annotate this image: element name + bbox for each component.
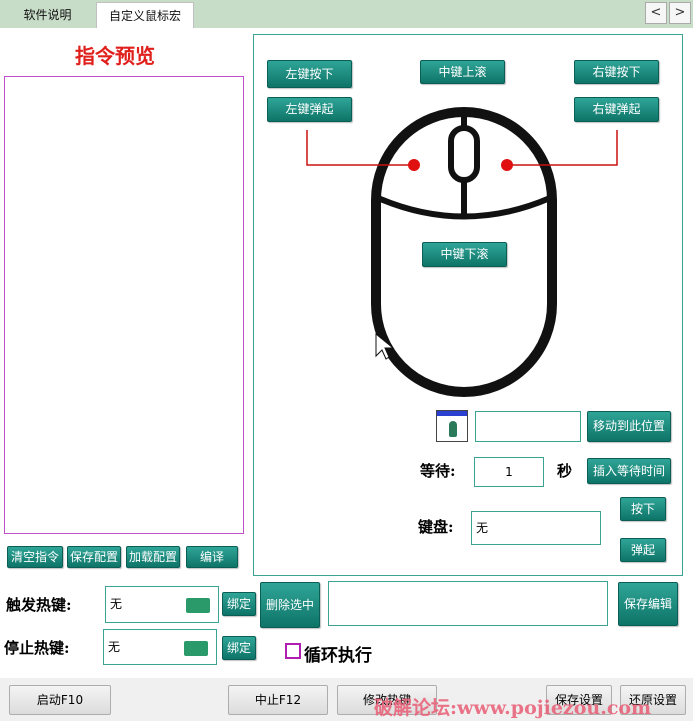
save-edit-button[interactable]: 保存编辑 bbox=[618, 582, 678, 626]
seconds-unit-label: 秒 bbox=[557, 462, 573, 480]
mouse-wheel bbox=[448, 125, 480, 183]
left-up-button[interactable]: 左键弹起 bbox=[267, 97, 352, 122]
trigger-bind-button[interactable]: 绑定 bbox=[222, 592, 256, 616]
start-button[interactable]: 启动F10 bbox=[9, 685, 111, 715]
middle-scroll-up-button[interactable]: 中键上滚 bbox=[420, 60, 505, 84]
crosshair-picker-icon[interactable] bbox=[436, 410, 468, 442]
right-button-dot bbox=[501, 159, 513, 171]
keyboard-icon bbox=[186, 598, 210, 613]
right-up-button[interactable]: 右键弹起 bbox=[574, 97, 659, 122]
load-config-button[interactable]: 加载配置 bbox=[126, 546, 180, 568]
position-field[interactable] bbox=[475, 411, 581, 442]
left-button-dot bbox=[408, 159, 420, 171]
stop-hotkey-label: 停止热键: bbox=[4, 639, 70, 657]
instruction-preview-list[interactable] bbox=[4, 76, 244, 534]
right-down-button[interactable]: 右键按下 bbox=[574, 60, 659, 84]
keyboard-icon bbox=[184, 641, 208, 656]
keyboard-label: 键盘: bbox=[418, 518, 454, 536]
preview-title: 指令预览 bbox=[75, 44, 155, 68]
insert-wait-button[interactable]: 插入等待时间 bbox=[587, 458, 671, 484]
clear-instructions-button[interactable]: 清空指令 bbox=[7, 546, 63, 568]
key-press-button[interactable]: 按下 bbox=[620, 497, 666, 521]
abort-button[interactable]: 中止F12 bbox=[228, 685, 328, 715]
trigger-hotkey-label: 触发热键: bbox=[6, 596, 72, 614]
left-down-button[interactable]: 左键按下 bbox=[267, 60, 352, 88]
tab-scroll-left-button[interactable]: < bbox=[645, 2, 667, 24]
wait-label: 等待: bbox=[420, 462, 456, 480]
wait-seconds-input[interactable]: 1 bbox=[474, 457, 544, 487]
trigger-hotkey-input[interactable]: 无 bbox=[105, 586, 219, 623]
keyboard-key-input[interactable]: 无 bbox=[471, 511, 601, 545]
trigger-hotkey-value: 无 bbox=[110, 597, 123, 611]
move-to-position-button[interactable]: 移动到此位置 bbox=[587, 411, 671, 442]
stop-hotkey-value: 无 bbox=[108, 640, 121, 654]
tab-custom-mouse-macro[interactable]: 自定义鼠标宏 bbox=[96, 2, 194, 28]
loop-checkbox[interactable] bbox=[285, 643, 301, 659]
delete-selected-button[interactable]: 删除选中 bbox=[260, 582, 320, 628]
key-release-button[interactable]: 弹起 bbox=[620, 538, 666, 562]
edit-instruction-input[interactable] bbox=[328, 581, 608, 626]
compile-button[interactable]: 编译 bbox=[186, 546, 238, 568]
tab-scroll-right-button[interactable]: > bbox=[669, 2, 691, 24]
stop-bind-button[interactable]: 绑定 bbox=[222, 636, 256, 660]
watermark-text: 破解论坛:www.pojiezou.com bbox=[374, 697, 652, 719]
stop-hotkey-input[interactable]: 无 bbox=[103, 629, 217, 665]
tab-software-info[interactable]: 软件说明 bbox=[0, 2, 95, 28]
loop-label: 循环执行 bbox=[304, 646, 372, 666]
middle-scroll-down-button[interactable]: 中键下滚 bbox=[422, 242, 507, 267]
save-config-button[interactable]: 保存配置 bbox=[67, 546, 121, 568]
